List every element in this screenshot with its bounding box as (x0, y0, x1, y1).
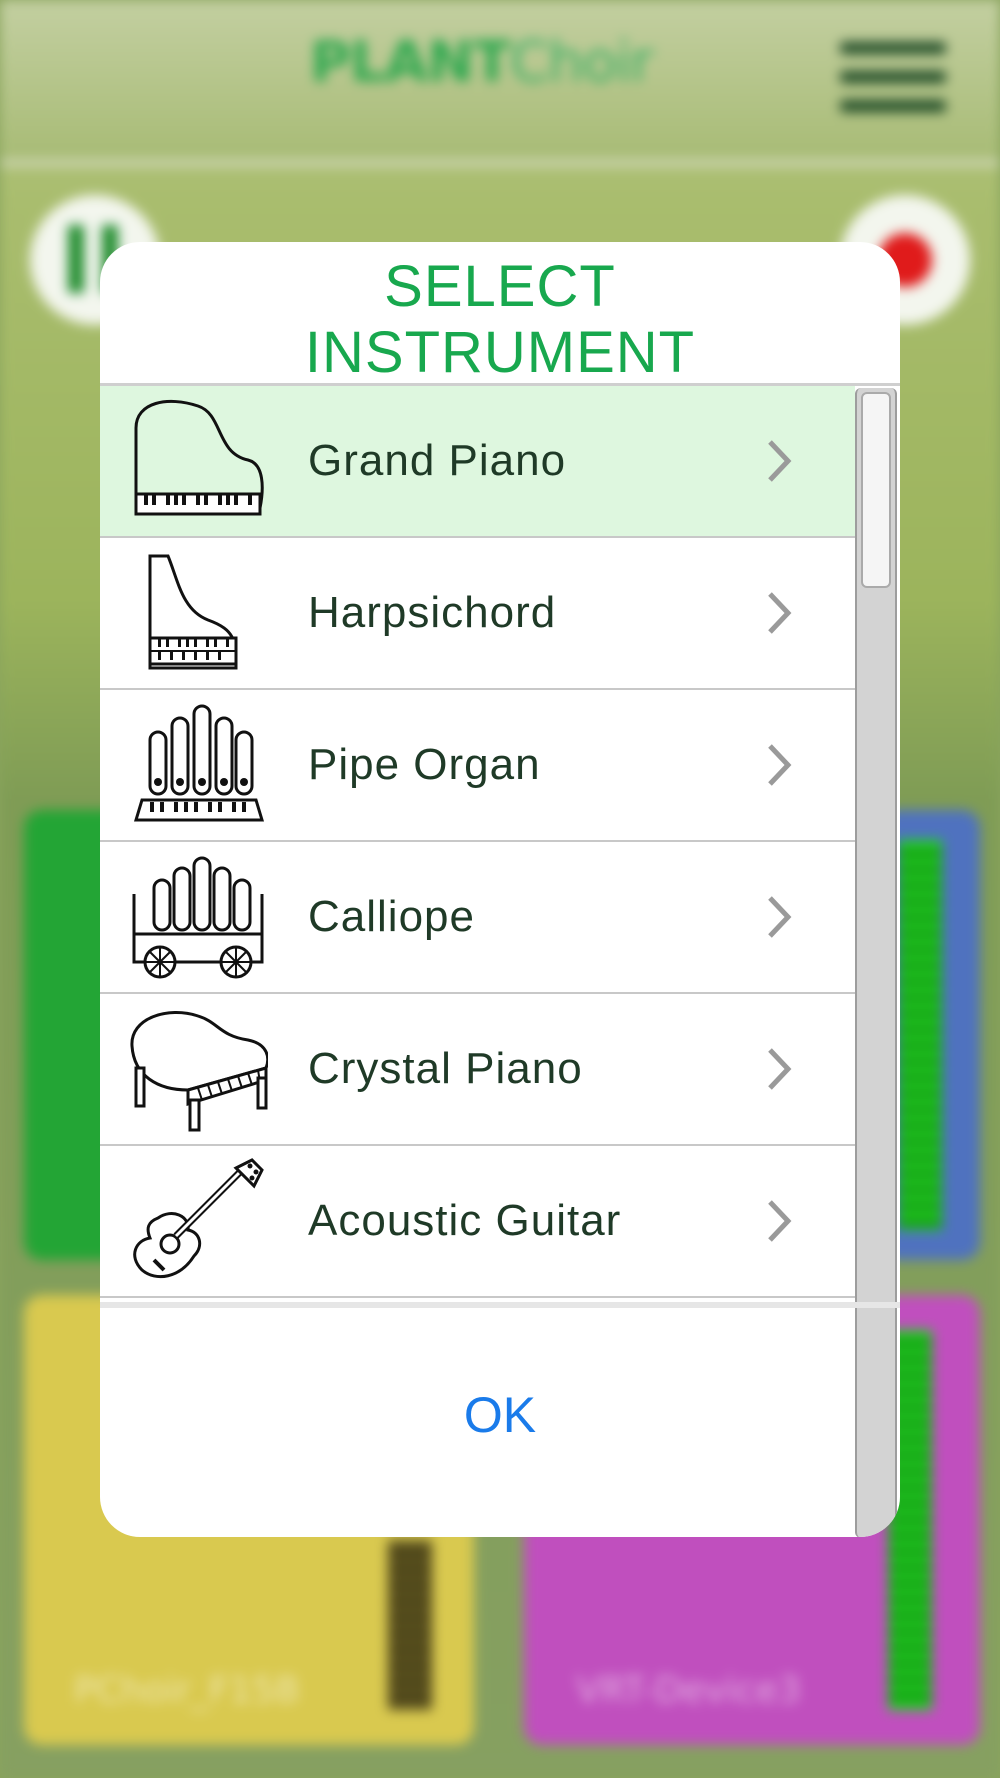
acoustic-guitar-icon (133, 1158, 264, 1279)
instrument-label: Crystal Piano (308, 1044, 583, 1093)
instrument-row-pipe-organ[interactable]: Pipe Organ (100, 690, 855, 842)
device-name: VRT-Device3 (576, 1670, 801, 1711)
grand-piano-icon (134, 399, 264, 516)
chevron-right-icon (768, 440, 792, 482)
dialog-title: SELECT INSTRUMENT (304, 254, 696, 385)
instrument-row-crystal-piano[interactable]: Crystal Piano (100, 994, 855, 1146)
calliope-icon (132, 856, 264, 979)
instrument-label: Acoustic Guitar (308, 1196, 622, 1245)
instrument-label: Grand Piano (308, 436, 567, 485)
chevron-right-icon (768, 744, 792, 786)
instrument-list: Grand Piano Harpsichord Pipe Organ Calli… (100, 386, 855, 1537)
instrument-row-harpsichord[interactable]: Harpsichord (100, 538, 855, 690)
device-name: PChoir_F15B (74, 1670, 300, 1711)
hamburger-menu-icon[interactable] (840, 42, 946, 129)
harpsichord-icon (148, 554, 238, 670)
level-meter (388, 1540, 432, 1710)
instrument-label: Harpsichord (308, 588, 557, 637)
chevron-right-icon (768, 592, 792, 634)
chevron-right-icon (768, 896, 792, 938)
footer-divider (100, 1302, 900, 1308)
instrument-row-acoustic-guitar[interactable]: Acoustic Guitar (100, 1146, 855, 1298)
scrollbar-thumb[interactable] (861, 392, 891, 588)
list-scrollbar[interactable] (855, 388, 897, 1537)
instrument-row-grand-piano[interactable]: Grand Piano (100, 386, 855, 538)
chevron-right-icon (768, 1200, 792, 1242)
crystal-piano-icon (130, 1011, 268, 1132)
header-divider (0, 160, 1000, 166)
app-logo: PLANTChoir (310, 30, 654, 95)
chevron-right-icon (768, 1048, 792, 1090)
instrument-label: Pipe Organ (308, 740, 541, 789)
select-instrument-dialog: SELECT INSTRUMENT Grand Piano Harpsichor… (100, 242, 900, 1537)
instrument-row-calliope[interactable]: Calliope (100, 842, 855, 994)
ok-button[interactable]: OK (400, 1372, 600, 1458)
level-meter (898, 840, 942, 1230)
instrument-label: Calliope (308, 892, 475, 941)
pipe-organ-icon (133, 704, 265, 822)
